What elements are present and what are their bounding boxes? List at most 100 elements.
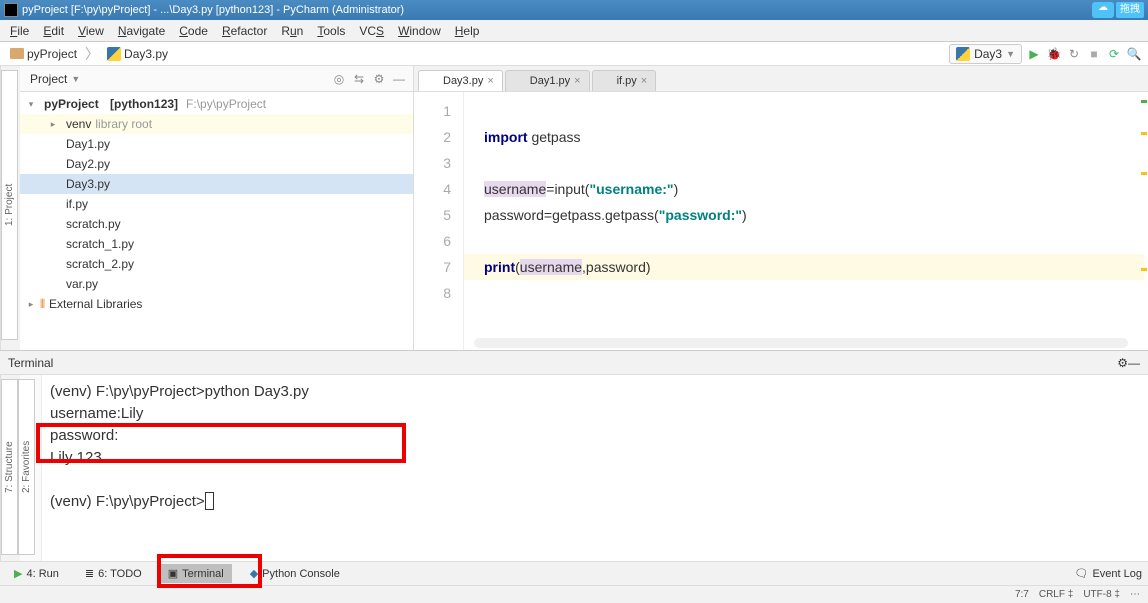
hide-icon[interactable]: — [391, 71, 407, 87]
external-libs-label: External Libraries [49, 297, 142, 311]
tree-root[interactable]: ▾ pyProject [python123] F:\py\pyProject [20, 94, 413, 114]
file-name: if.py [66, 197, 88, 211]
chevron-down-icon: ▾ [26, 99, 36, 110]
tab-run[interactable]: ▶4: Run [6, 564, 67, 583]
cloud-icon[interactable]: ☁ [1092, 2, 1114, 18]
editor-tab[interactable]: if.py× [592, 70, 657, 91]
editor-tab[interactable]: Day1.py× [505, 70, 590, 91]
tab-terminal[interactable]: ▣Terminal [160, 564, 232, 583]
code-line[interactable] [484, 228, 1148, 254]
file-name: Day1.py [66, 137, 110, 151]
venv-note: library root [95, 117, 152, 131]
code-line[interactable]: print(username,password) [464, 254, 1144, 280]
update-button[interactable]: ⟳ [1106, 46, 1122, 62]
tree-file[interactable]: if.py [20, 194, 413, 214]
term-line: Lily 123 [50, 447, 1140, 469]
close-icon[interactable]: × [574, 75, 580, 87]
tab-todo[interactable]: ≣6: TODO [77, 564, 150, 583]
panel-title: Project [30, 72, 67, 86]
collapse-icon[interactable]: ⇆ [351, 71, 367, 87]
rerun-button[interactable]: ↻ [1066, 46, 1082, 62]
horizontal-scrollbar[interactable] [474, 338, 1128, 348]
drag-label[interactable]: 拖拽 [1116, 2, 1144, 18]
file-name: scratch.py [66, 217, 121, 231]
gear-icon[interactable]: ⚙ [1117, 356, 1128, 370]
close-icon[interactable]: × [641, 75, 647, 87]
code-body[interactable]: import getpass username=input("username:"… [464, 92, 1148, 350]
menu-help[interactable]: Help [449, 22, 486, 40]
menu-file[interactable]: File [4, 22, 35, 40]
tree-file[interactable]: var.py [20, 274, 413, 294]
gear-icon[interactable]: ⚙ [371, 71, 387, 87]
code-line[interactable]: username=input("username:") [484, 176, 1148, 202]
target-icon[interactable]: ◎ [331, 71, 347, 87]
status-bar: 7:7 CRLF ‡ UTF-8 ‡ ⋯ [0, 585, 1148, 603]
terminal-title: Terminal [8, 356, 53, 370]
terminal-tool-window: Terminal ⚙ — 7: Structure 2: Favorites +… [0, 350, 1148, 561]
chevron-down-icon: ▼ [1006, 49, 1015, 59]
chevron-right-icon: ▸ [26, 299, 36, 310]
run-icon: ▶ [14, 567, 22, 580]
menu-code[interactable]: Code [173, 22, 214, 40]
breadcrumb-file[interactable]: Day3.py [103, 45, 172, 63]
tree-file[interactable]: Day2.py [20, 154, 413, 174]
root-path: F:\py\pyProject [186, 97, 266, 111]
menu-window[interactable]: Window [392, 22, 447, 40]
term-line: password: [50, 425, 1140, 447]
menu-edit[interactable]: Edit [37, 22, 70, 40]
terminal-output[interactable]: (venv) F:\py\pyProject>python Day3.py us… [42, 375, 1148, 561]
tree-file[interactable]: Day1.py [20, 134, 413, 154]
tree-file[interactable]: scratch_1.py [20, 234, 413, 254]
menu-run[interactable]: Run [275, 22, 309, 40]
tree-file[interactable]: scratch.py [20, 214, 413, 234]
tree-external-libs[interactable]: ▸ ⫴ External Libraries [20, 294, 413, 314]
term-line: (venv) F:\py\pyProject> [50, 491, 1140, 513]
editor-tab[interactable]: Day3.py × [418, 70, 503, 91]
tool-tab-project[interactable]: 1: Project [1, 70, 18, 340]
code-line[interactable]: import getpass [484, 124, 1148, 150]
error-stripe [1138, 92, 1148, 350]
tool-tab-structure[interactable]: 7: Structure [1, 379, 18, 555]
event-log-button[interactable]: 🗨Event Log [1074, 567, 1142, 580]
menu-refactor[interactable]: Refactor [216, 22, 273, 40]
tool-tab-favorites[interactable]: 2: Favorites [18, 379, 35, 555]
menu-vcs[interactable]: VCS [353, 22, 390, 40]
code-line[interactable] [484, 280, 1148, 306]
close-icon[interactable]: × [487, 75, 493, 87]
run-config-selector[interactable]: Day3 ▼ [949, 44, 1022, 64]
project-tree: ▾ pyProject [python123] F:\py\pyProject … [20, 92, 413, 350]
bottom-tool-tabs: ▶4: Run ≣6: TODO ▣Terminal ◆Python Conso… [0, 561, 1148, 585]
stop-button[interactable]: ■ [1086, 46, 1102, 62]
file-name: var.py [66, 277, 98, 291]
code-editor[interactable]: 12345678 import getpassusername=input("u… [414, 92, 1148, 350]
menu-view[interactable]: View [72, 22, 110, 40]
tree-file[interactable]: Day3.py [20, 174, 413, 194]
chevron-down-icon[interactable]: ▼ [71, 74, 80, 84]
file-name: Day2.py [66, 157, 110, 171]
python-file-icon [427, 75, 439, 87]
breadcrumb-file-label: Day3.py [124, 47, 168, 61]
tab-label: Day3.py [443, 75, 483, 87]
search-button[interactable]: 🔍 [1126, 46, 1142, 62]
chevron-right-icon: ▸ [48, 119, 58, 130]
tree-file[interactable]: scratch_2.py [20, 254, 413, 274]
run-button[interactable]: ▶ [1026, 46, 1042, 62]
root-env: [python123] [110, 97, 178, 111]
debug-button[interactable]: 🐞 [1046, 46, 1062, 62]
left-tool-strip-lower: 7: Structure 2: Favorites [0, 375, 20, 561]
terminal-icon: ▣ [168, 567, 178, 580]
folder-icon [10, 48, 24, 59]
menu-tools[interactable]: Tools [311, 22, 351, 40]
hide-icon[interactable]: — [1128, 356, 1140, 370]
breadcrumb-project[interactable]: pyProject [6, 45, 81, 63]
tab-python-console[interactable]: ◆Python Console [242, 564, 348, 583]
venv-name: venv [66, 117, 91, 131]
code-line[interactable]: password=getpass.getpass("password:") [484, 202, 1148, 228]
menu-navigate[interactable]: Navigate [112, 22, 171, 40]
code-line[interactable] [484, 150, 1148, 176]
tree-venv[interactable]: ▸ venv library root [20, 114, 413, 134]
file-name: scratch_2.py [66, 257, 134, 271]
code-line[interactable] [484, 98, 1148, 124]
window-title: pyProject [F:\py\pyProject] - ...\Day3.p… [22, 4, 404, 16]
file-name: scratch_1.py [66, 237, 134, 251]
